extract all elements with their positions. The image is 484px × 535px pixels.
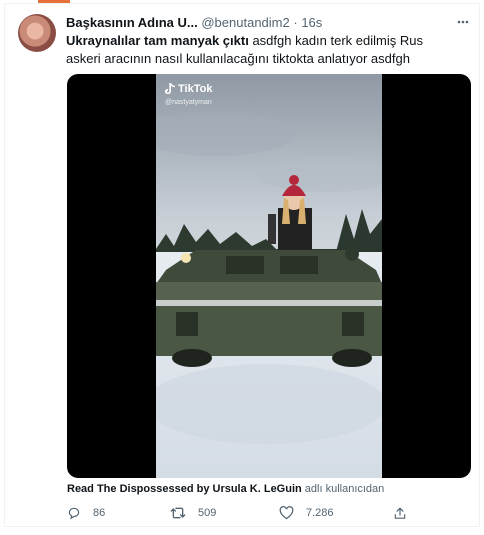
reply-count: 86 (93, 507, 106, 519)
retweet-count: 509 (198, 507, 217, 519)
retweet-button[interactable]: 509 (170, 503, 216, 523)
heart-icon (279, 506, 294, 520)
video-frame[interactable]: TikTok @nastyatyman (156, 74, 382, 478)
reply-icon (68, 507, 80, 520)
retweet-icon (170, 507, 186, 519)
tiktok-icon (165, 83, 175, 94)
tweet-text: Ukraynalılar tam manyak çıktı asdfgh kad… (66, 32, 446, 68)
tiktok-logo: TikTok (165, 83, 212, 95)
attribution-user[interactable]: Read The Dispossessed by Ursula K. LeGui… (67, 483, 302, 495)
like-count: 7.286 (306, 507, 334, 519)
video-media[interactable]: TikTok @nastyatyman (67, 74, 471, 478)
video-scene (156, 74, 382, 478)
header-separator: · (293, 15, 298, 30)
author-name[interactable]: Başkasının Adına U... (66, 15, 198, 30)
more-icon[interactable] (457, 16, 469, 28)
avatar[interactable] (18, 14, 56, 52)
tiktok-handle: @nastyatyman (165, 99, 212, 106)
share-icon (394, 507, 406, 519)
reply-button[interactable]: 86 (67, 503, 105, 523)
video-attribution: Read The Dispossessed by Ursula K. LeGui… (67, 482, 384, 496)
tweet-time[interactable]: 16s (301, 15, 322, 30)
tweet-text-bold: Ukraynalılar tam manyak çıktı (66, 33, 249, 48)
tweet-card[interactable]: Başkasının Adına U... @benutandim2 · 16s… (4, 3, 480, 527)
like-button[interactable]: 7.286 (279, 503, 334, 523)
tweet-header: Başkasının Adına U... @benutandim2 · 16s (66, 14, 467, 32)
tweet-actions: 86 509 7.286 (67, 503, 477, 523)
author-handle[interactable]: @benutandim2 (201, 15, 289, 30)
attribution-suffix: adlı kullanıcıdan (301, 483, 385, 495)
tiktok-logo-text: TikTok (178, 83, 213, 95)
share-button[interactable] (393, 503, 407, 523)
